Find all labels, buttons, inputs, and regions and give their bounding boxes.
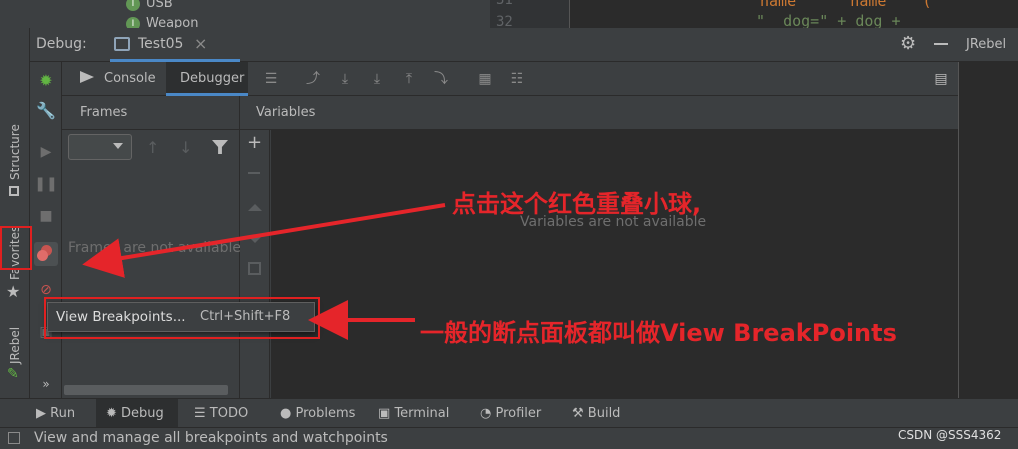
annotation-note-bottom: 一般的断点面板都叫做View BreakPoints [420,319,897,347]
annotation-arrow-top [82,203,446,278]
annotation-note-top: 点击这个红色重叠小球, [452,190,702,218]
annotation-arrows [82,203,446,340]
